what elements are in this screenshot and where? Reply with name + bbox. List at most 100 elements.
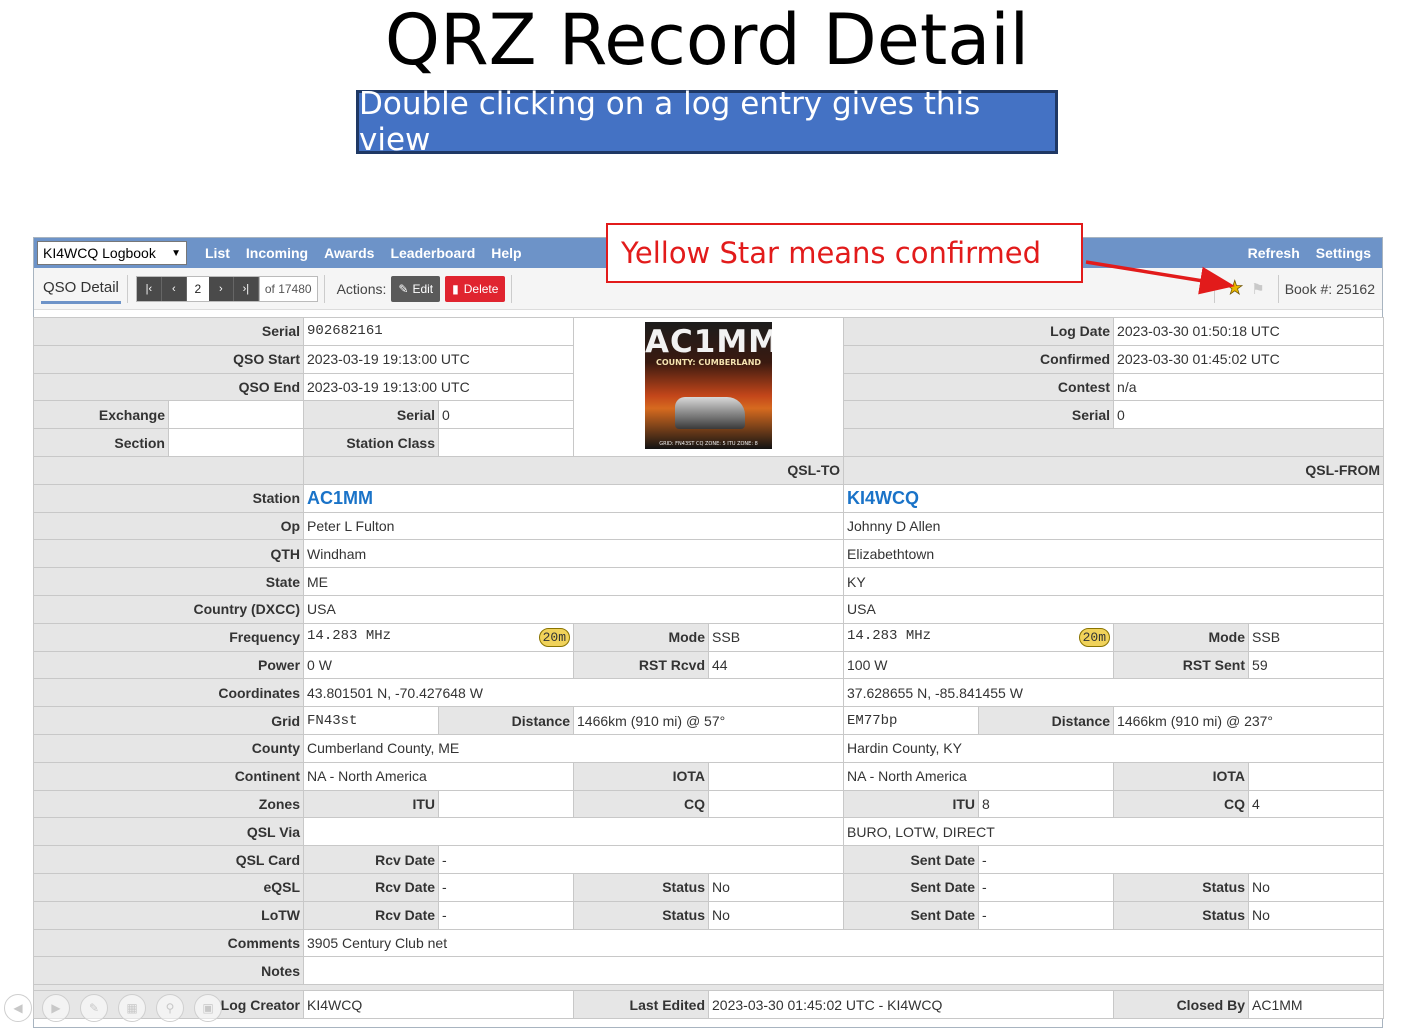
to-state-value: ME xyxy=(303,567,845,596)
to-country-value: USA xyxy=(303,594,845,624)
divider xyxy=(1277,274,1279,303)
station-label: Station xyxy=(32,483,305,513)
exchange-serial-value: 0 xyxy=(438,400,575,430)
subtitle-text: Double clicking on a log entry gives thi… xyxy=(359,86,1055,158)
notes-value xyxy=(303,956,1385,986)
zoom-icon[interactable]: ⚲ xyxy=(156,994,184,1022)
to-frequency-value: 14.283 MHz xyxy=(307,627,392,644)
serial-label: Serial xyxy=(32,317,305,346)
qsl-image-county: COUNTY: CUMBERLAND xyxy=(655,357,762,367)
eqsl-sent-date-value: - xyxy=(978,872,1115,902)
comments-label: Comments xyxy=(32,928,305,958)
qsl-image-call: AC1MM xyxy=(645,323,773,360)
previous-slide-icon[interactable]: ◀ xyxy=(4,994,32,1022)
to-iota-label: IOTA xyxy=(573,761,710,791)
nav-help[interactable]: Help xyxy=(483,245,529,261)
subtitles-icon[interactable]: ▣ xyxy=(194,994,222,1022)
qsl-to-header: QSL-TO xyxy=(303,455,845,485)
contest-value: n/a xyxy=(1113,372,1385,402)
from-cq-label: CQ xyxy=(1113,789,1250,819)
from-op-value: Johnny D Allen xyxy=(843,511,1385,541)
edit-button[interactable]: ✎ Edit xyxy=(391,275,441,302)
book-number: Book #: 25162 xyxy=(1285,281,1375,297)
nav-list[interactable]: List xyxy=(197,245,238,261)
last-edited-label: Last Edited xyxy=(573,990,710,1019)
county-label: County xyxy=(32,733,305,763)
from-station-link[interactable]: KI4WCQ xyxy=(847,488,919,508)
police-car-graphic xyxy=(675,396,746,429)
notes-label: Notes xyxy=(32,956,305,986)
to-distance-label: Distance xyxy=(438,706,575,735)
right-serial-value: 0 xyxy=(1113,400,1385,430)
flag-icon[interactable]: ⚑ xyxy=(1251,280,1264,298)
confirmed-label: Confirmed xyxy=(843,344,1115,374)
eqsl-sent-date-label: Sent Date xyxy=(843,872,980,902)
exchange-label: Exchange xyxy=(33,400,169,430)
to-station-link[interactable]: AC1MM xyxy=(307,488,373,508)
to-itu-value xyxy=(438,789,575,819)
qth-label: QTH xyxy=(32,539,305,569)
comments-value: 3905 Century Club net xyxy=(303,928,1385,958)
qso-start-value: 2023-03-19 19:13:00 UTC xyxy=(303,344,575,374)
pen-icon[interactable]: ✎ xyxy=(80,994,108,1022)
log-date-label: Log Date xyxy=(843,317,1115,346)
from-itu-value: 8 xyxy=(978,789,1115,819)
nav-leaderboard[interactable]: Leaderboard xyxy=(382,245,483,261)
station-class-value xyxy=(438,428,575,457)
state-label: State xyxy=(32,567,305,596)
edit-button-label: Edit xyxy=(412,281,434,296)
lotw-sent-date-label: Sent Date xyxy=(843,900,980,930)
from-coordinates-link[interactable]: 37.628655 N, -85.841455 W xyxy=(843,678,1385,708)
delete-button[interactable]: ▮ Delete xyxy=(445,275,506,302)
eqsl-label: eQSL xyxy=(32,872,305,902)
op-label: Op xyxy=(32,511,305,541)
from-band-badge: 20m xyxy=(1078,627,1111,647)
rst-rcvd-label: RST Rcvd xyxy=(573,650,710,680)
section-label: Section xyxy=(33,428,169,457)
lotw-sent-date-value: - xyxy=(978,900,1115,930)
subtitle-box: Double clicking on a log entry gives thi… xyxy=(356,86,1058,158)
refresh-link[interactable]: Refresh xyxy=(1240,245,1308,261)
tab-qso-detail[interactable]: QSO Detail xyxy=(41,273,121,304)
to-qsl-via-value xyxy=(303,817,845,847)
frequency-label: Frequency xyxy=(32,622,305,652)
page-number[interactable]: 2 xyxy=(186,276,209,301)
settings-link[interactable]: Settings xyxy=(1308,245,1379,261)
coordinates-label: Coordinates xyxy=(32,678,305,708)
to-frequency-cell: 14.283 MHz 20m xyxy=(303,622,575,652)
grid-label: Grid xyxy=(32,706,305,735)
nav-awards[interactable]: Awards xyxy=(316,245,382,261)
trash-icon: ▮ xyxy=(452,281,459,296)
slides-grid-icon[interactable]: ▦ xyxy=(118,994,146,1022)
qsl-image-cell: AC1MM COUNTY: CUMBERLAND GRID: FN43ST CQ… xyxy=(573,317,845,457)
lotw-rcv-date-label: Rcv Date xyxy=(303,900,440,930)
logbook-select[interactable]: KI4WCQ Logbook ▼ xyxy=(37,241,187,265)
first-page-icon[interactable]: |‹ xyxy=(136,276,162,301)
qsl-card-sent-date-label: Sent Date xyxy=(843,845,980,874)
power-label: Power xyxy=(32,650,305,680)
from-continent-value: NA - North America xyxy=(843,761,1115,791)
last-page-icon[interactable]: ›| xyxy=(233,276,259,301)
qsl-card-label: QSL Card xyxy=(32,845,305,874)
lotw-sent-status-value: No xyxy=(1248,900,1385,930)
lotw-label: LoTW xyxy=(32,900,305,930)
next-slide-icon[interactable]: ▶ xyxy=(42,994,70,1022)
qsl-from-header: QSL-FROM xyxy=(843,455,1385,485)
eqsl-sent-status-value: No xyxy=(1248,872,1385,902)
station-class-label: Station Class xyxy=(303,428,440,457)
from-county-value: Hardin County, KY xyxy=(843,733,1385,763)
pencil-icon: ✎ xyxy=(398,281,409,296)
from-frequency-cell: 14.283 MHz 20m xyxy=(843,622,1115,652)
qsl-card-image[interactable]: AC1MM COUNTY: CUMBERLAND GRID: FN43ST CQ… xyxy=(645,321,773,449)
prev-page-icon[interactable]: ‹ xyxy=(161,276,187,301)
to-coordinates-link[interactable]: 43.801501 N, -70.427648 W xyxy=(303,678,845,708)
nav-incoming[interactable]: Incoming xyxy=(238,245,316,261)
confirmed-value: 2023-03-30 01:45:02 UTC xyxy=(1113,344,1385,374)
next-page-icon[interactable]: › xyxy=(208,276,234,301)
lotw-rcv-status-label: Status xyxy=(573,900,710,930)
from-iota-value xyxy=(1248,761,1385,791)
divider xyxy=(323,274,325,303)
presentation-controls: ◀ ▶ ✎ ▦ ⚲ ▣ xyxy=(4,994,232,1022)
pager: |‹ ‹ 2 › ›| of 17480 xyxy=(135,275,318,302)
to-cq-value xyxy=(708,789,845,819)
